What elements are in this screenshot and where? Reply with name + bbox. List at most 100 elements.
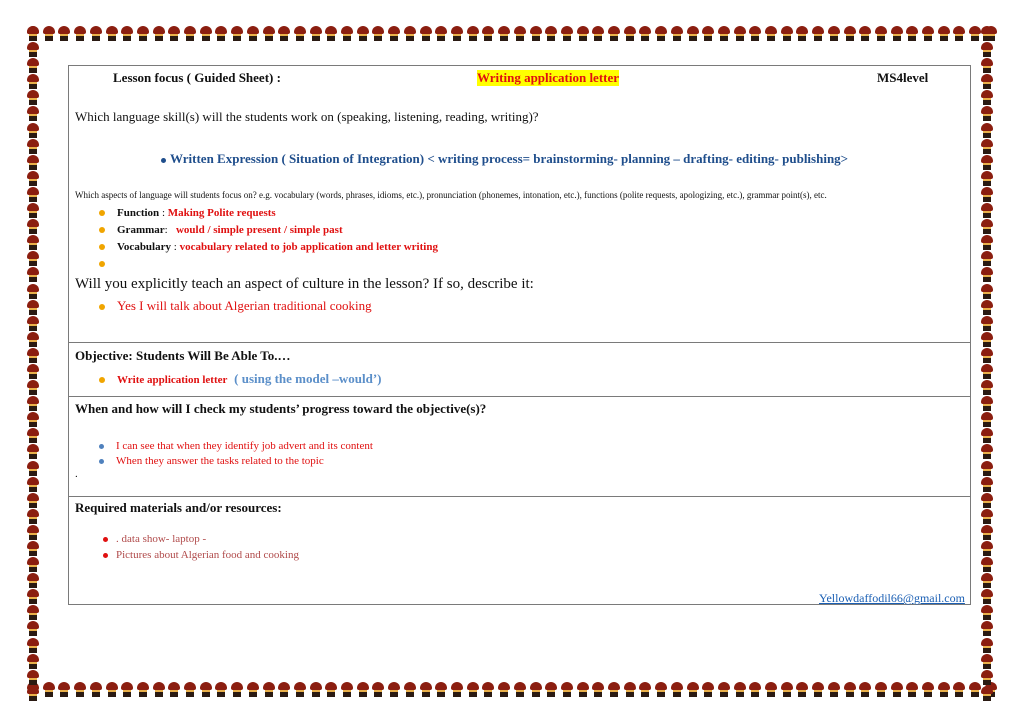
- aspect-value: would / simple present / simple past: [175, 224, 343, 236]
- aspect-sep: :: [171, 241, 180, 253]
- chef-hat-icon: [980, 203, 994, 219]
- chef-hat-icon: [654, 26, 668, 41]
- chef-hat-icon: [980, 251, 994, 267]
- chef-hat-icon: [277, 682, 291, 697]
- chef-hat-icon: [324, 26, 338, 41]
- chef-hat-icon: [26, 251, 40, 267]
- chef-hat-icon: [980, 26, 994, 41]
- chef-hat-icon: [980, 106, 994, 122]
- bullet-icon: [99, 261, 105, 268]
- objective-title: Objective: Students Will Be Able To.…: [75, 348, 291, 363]
- chef-hat-icon: [26, 203, 40, 219]
- chef-hat-icon: [980, 573, 994, 589]
- chef-hat-icon: [136, 26, 150, 41]
- chef-hat-icon: [654, 682, 668, 697]
- chef-hat-icon: [26, 315, 40, 331]
- aspect-label: Vocabulary: [117, 241, 171, 253]
- chef-hat-icon: [607, 682, 621, 697]
- chef-hat-icon: [980, 669, 994, 685]
- chef-hat-icon: [764, 26, 778, 41]
- chef-hat-icon: [309, 682, 323, 697]
- bullet-icon: [99, 210, 105, 217]
- chef-hat-icon: [513, 26, 527, 41]
- check-title: When and how will I check my students’ p…: [75, 401, 487, 416]
- materials-item: . data show- laptop -: [103, 533, 206, 545]
- section-divider: [69, 396, 970, 397]
- chef-hat-icon: [26, 235, 40, 251]
- chef-hat-icon: [73, 26, 87, 41]
- chef-hat-icon: [980, 138, 994, 154]
- chef-hat-icon: [623, 682, 637, 697]
- chef-hat-icon: [843, 682, 857, 697]
- chef-hat-icon: [980, 557, 994, 573]
- email-link[interactable]: Yellowdaffodil66@gmail.com: [819, 591, 965, 606]
- chef-hat-icon: [591, 26, 605, 41]
- materials-title: Required materials and/or resources:: [75, 500, 282, 515]
- chef-hat-icon: [26, 541, 40, 556]
- chef-hat-icon: [843, 26, 857, 41]
- chef-hat-icon: [356, 26, 370, 41]
- chef-hat-icon: [748, 26, 762, 41]
- chef-hat-icon: [670, 682, 684, 697]
- level-label: MS4level: [877, 70, 929, 85]
- chef-hat-icon: [811, 682, 825, 697]
- chef-hat-icon: [324, 682, 338, 697]
- trailing-dot: .: [75, 468, 78, 480]
- chef-hat-icon: [434, 26, 448, 41]
- chef-hat-icon: [497, 682, 511, 697]
- skills-answer-text: Written Expression ( Situation of Integr…: [170, 151, 849, 166]
- chef-hat-icon: [980, 444, 994, 460]
- chef-hat-icon: [980, 122, 994, 138]
- chef-hat-icon: [980, 637, 994, 653]
- chef-hat-icon: [576, 682, 590, 697]
- aspect-label: Function: [117, 207, 160, 219]
- chef-hat-icon: [26, 122, 40, 138]
- chef-hat-icon: [481, 26, 495, 41]
- chef-hat-icon: [419, 26, 433, 41]
- chef-hat-icon: [980, 299, 994, 315]
- chef-hat-icon: [340, 682, 354, 697]
- chef-hat-icon: [167, 682, 181, 697]
- chef-hat-icon: [529, 682, 543, 697]
- chef-hat-icon: [26, 412, 40, 428]
- chef-hat-icon: [980, 331, 994, 347]
- chef-hat-icon: [105, 682, 119, 697]
- chef-hat-icon: [26, 347, 40, 363]
- chef-hat-icon: [183, 26, 197, 41]
- chef-hat-icon: [874, 682, 888, 697]
- chef-hat-icon: [26, 283, 40, 299]
- chef-hat-icon: [26, 589, 40, 605]
- chef-hat-icon: [576, 26, 590, 41]
- chef-hat-icon: [73, 682, 87, 697]
- chef-hat-icon: [262, 682, 276, 697]
- chef-hat-icon: [26, 653, 40, 669]
- chef-hat-icon: [890, 682, 904, 697]
- chef-hat-icon: [980, 428, 994, 444]
- aspect-sep: :: [164, 224, 176, 236]
- chef-hat-icon: [26, 396, 40, 412]
- materials-item-text: . data show- laptop -: [116, 533, 207, 545]
- chef-hat-icon: [717, 682, 731, 697]
- bullet-icon: [99, 244, 105, 251]
- chef-hat-icon: [57, 682, 71, 697]
- chef-hat-icon: [980, 380, 994, 396]
- chef-hat-icon: [309, 26, 323, 41]
- chef-hat-icon: [419, 682, 433, 697]
- bullet-icon: [99, 458, 104, 464]
- chef-hat-icon: [560, 682, 574, 697]
- chef-hat-icon: [230, 682, 244, 697]
- lesson-plan-sheet: Lesson focus ( Guided Sheet) : Writing a…: [68, 65, 971, 605]
- chef-hat-icon: [167, 26, 181, 41]
- aspect-item-function: Function : Making Polite requests: [99, 207, 276, 219]
- chef-hat-icon: [26, 637, 40, 653]
- chef-hat-icon: [403, 682, 417, 697]
- materials-item-text: Pictures about Algerian food and cooking: [116, 549, 299, 561]
- chef-hat-icon: [827, 682, 841, 697]
- chef-hat-icon: [497, 26, 511, 41]
- chef-hat-icon: [980, 685, 994, 701]
- chef-hat-icon: [199, 26, 213, 41]
- bullet-icon: [103, 536, 108, 542]
- chef-hat-icon: [26, 685, 40, 701]
- chef-hat-icon: [214, 682, 228, 697]
- chef-hat-icon: [152, 26, 166, 41]
